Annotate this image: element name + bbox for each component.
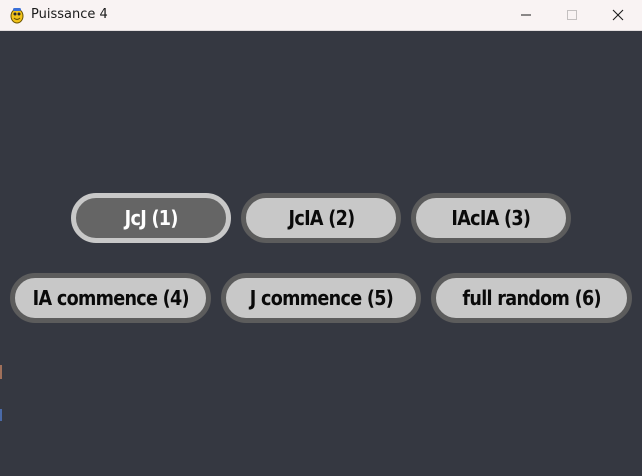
mode-button-label: JcIA (2) xyxy=(287,206,355,230)
close-button[interactable] xyxy=(595,0,641,31)
left-edge-artifact xyxy=(0,409,2,421)
left-edge-artifact xyxy=(0,365,2,379)
mode-button-label: full random (6) xyxy=(462,286,601,310)
pygame-snake-icon xyxy=(9,7,25,24)
minimize-icon xyxy=(520,6,532,25)
window-title: Puissance 4 xyxy=(31,7,108,22)
maximize-icon xyxy=(566,6,578,25)
mode-button-ia-commence[interactable]: IA commence (4) xyxy=(10,273,211,323)
game-canvas: JcJ (1) JcIA (2) IAcIA (3) IA commence (… xyxy=(0,31,642,476)
mode-button-label: J commence (5) xyxy=(249,286,393,310)
game-window: Puissance 4 JcJ (1) JcIA (2) IAcIA (3) I… xyxy=(0,0,642,476)
mode-button-full-random[interactable]: full random (6) xyxy=(431,273,632,323)
mode-button-label: JcJ (1) xyxy=(124,206,178,230)
mode-button-iacia[interactable]: IAcIA (3) xyxy=(411,193,571,243)
mode-button-label: IA commence (4) xyxy=(32,286,189,310)
mode-button-label: IAcIA (3) xyxy=(451,206,532,230)
close-icon xyxy=(612,6,624,25)
maximize-button[interactable] xyxy=(549,0,595,31)
title-bar[interactable]: Puissance 4 xyxy=(0,0,642,31)
mode-button-jcia[interactable]: JcIA (2) xyxy=(241,193,401,243)
mode-button-jcj[interactable]: JcJ (1) xyxy=(71,193,231,243)
minimize-button[interactable] xyxy=(503,0,549,31)
mode-button-j-commence[interactable]: J commence (5) xyxy=(221,273,421,323)
